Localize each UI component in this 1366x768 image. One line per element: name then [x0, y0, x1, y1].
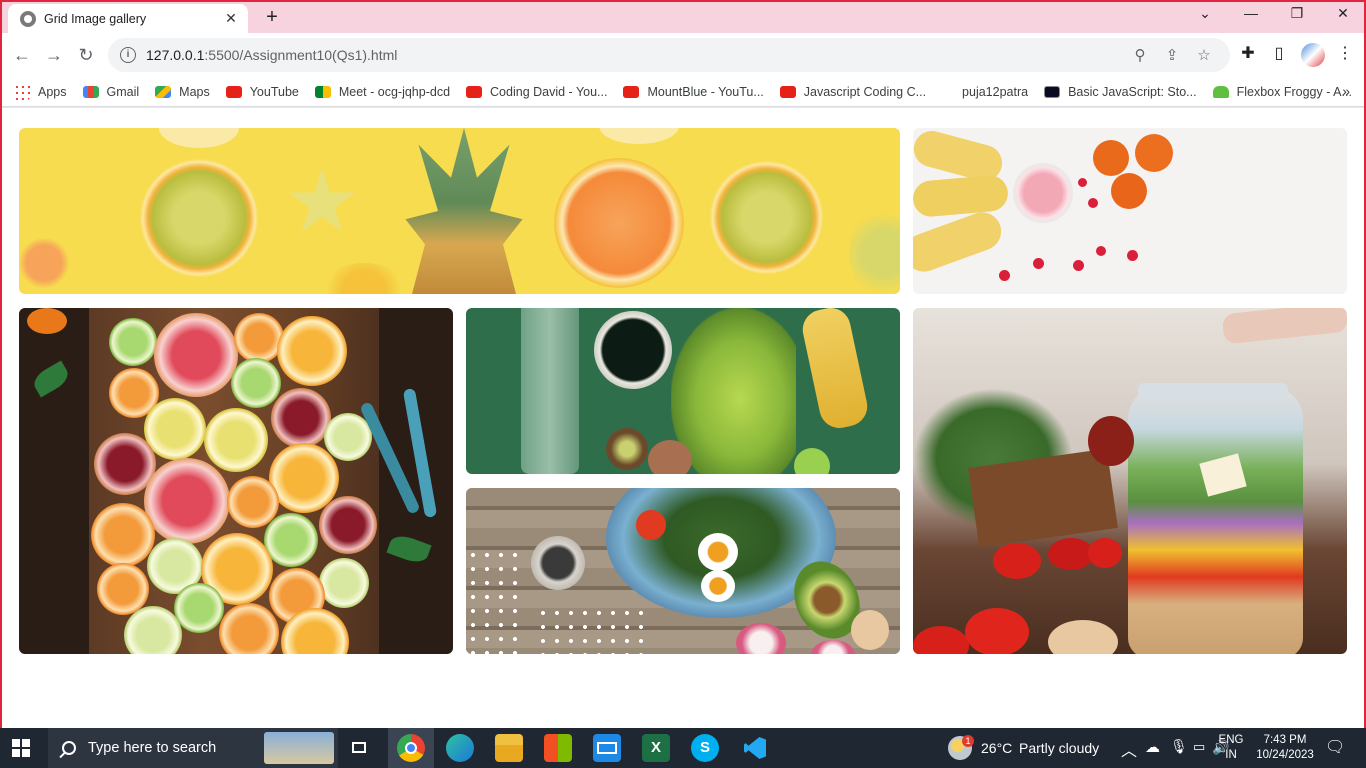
tab-strip: Grid Image gallery ✕ + ⌄ — ❐ ✕: [2, 2, 1364, 33]
bookmark-mountblue[interactable]: MountBlue - YouTu...: [623, 84, 764, 99]
meet-icon: [314, 85, 331, 98]
address-bar[interactable]: i 127.0.0.1:5500/Assignment10(Qs1).html …: [108, 38, 1230, 72]
greens-image: [466, 308, 900, 474]
bookmark-label: YouTube: [249, 84, 299, 99]
bookmark-youtube[interactable]: YouTube: [225, 84, 299, 99]
citrus-banner-image: [19, 128, 900, 294]
language-indicator[interactable]: ENG IN: [1214, 733, 1248, 763]
back-arrow-icon[interactable]: ←: [10, 43, 34, 67]
menu-kebab-icon[interactable]: ⋮: [1332, 43, 1358, 67]
clock[interactable]: 7:43 PM 10/24/2023: [1247, 733, 1323, 763]
bookmark-gmail[interactable]: Gmail: [82, 84, 140, 99]
bookmark-label: Maps: [179, 84, 210, 99]
search-highlight-icon: [264, 732, 334, 764]
bookmark-star-icon[interactable]: ☆: [1188, 46, 1220, 64]
weather-badge: 1: [962, 735, 974, 747]
forward-arrow-icon[interactable]: →: [42, 43, 66, 67]
show-hidden-icons-icon[interactable]: ︿: [1121, 737, 1137, 761]
site-info-icon[interactable]: i: [120, 47, 136, 63]
bookmark-label: puja12patra: [962, 84, 1029, 99]
youtube-icon: [779, 85, 796, 98]
microphone-icon[interactable]: 🎙: [1170, 738, 1188, 755]
weather-temp[interactable]: 26°C: [981, 740, 1012, 756]
bookmarks-bar: Apps Gmail Maps YouTube Meet - ocg-jqhp-…: [2, 77, 1364, 107]
restore-button[interactable]: ❐: [1274, 5, 1320, 22]
profile-avatar[interactable]: [1301, 43, 1325, 67]
more-bookmarks-icon[interactable]: »: [1342, 83, 1350, 99]
bookmark-label: Meet - ocg-jqhp-dcd: [338, 84, 451, 99]
url-text[interactable]: 127.0.0.1:5500/Assignment10(Qs1).html: [146, 47, 1124, 63]
bookmark-label: MountBlue - YouTu...: [647, 84, 764, 99]
bookmark-label: Coding David - You...: [490, 84, 608, 99]
language-code: ENG: [1218, 734, 1244, 746]
share-icon[interactable]: ⇪: [1156, 46, 1188, 64]
tab-search-button[interactable]: ⌄: [1182, 5, 1228, 22]
gmail-icon: [82, 85, 99, 98]
region-code: IN: [1225, 749, 1237, 761]
close-window-button[interactable]: ✕: [1320, 5, 1366, 22]
close-icon[interactable]: ✕: [222, 10, 240, 27]
url-path: :5500/Assignment10(Qs1).html: [204, 47, 398, 63]
smoothie-image: [913, 128, 1347, 294]
chrome-taskbar-icon[interactable]: [397, 734, 425, 762]
zoom-icon[interactable]: ⚲: [1124, 46, 1156, 64]
windows-start-icon[interactable]: [12, 739, 30, 757]
battery-icon[interactable]: ▭: [1193, 739, 1205, 755]
clock-date: 10/24/2023: [1256, 749, 1314, 761]
weather-desc[interactable]: Partly cloudy: [1019, 740, 1099, 756]
globe-icon: [20, 10, 36, 27]
froggy-icon: [1212, 85, 1229, 98]
youtube-icon: [466, 85, 483, 98]
bookmark-label: Basic JavaScript: Sto...: [1068, 84, 1197, 99]
bookmark-javascript-coding[interactable]: Javascript Coding C...: [779, 84, 927, 99]
side-panel-icon[interactable]: ▯: [1266, 43, 1292, 67]
excel-icon[interactable]: X: [642, 734, 670, 762]
bookmark-coding-david[interactable]: Coding David - You...: [466, 85, 607, 99]
bookmark-label: Javascript Coding C...: [803, 84, 927, 99]
bookmark-meet[interactable]: Meet - ocg-jqhp-dcd: [314, 84, 451, 99]
bookmark-basic-javascript[interactable]: Basic JavaScript: Sto...: [1044, 85, 1197, 99]
bookmark-maps[interactable]: Maps: [155, 85, 210, 99]
salad-bowl-image: [466, 488, 900, 654]
extensions-icon[interactable]: ✚: [1235, 43, 1261, 67]
search-icon: [62, 741, 76, 755]
notifications-icon[interactable]: 🗨: [1325, 737, 1345, 757]
maps-icon: [155, 85, 172, 98]
minimize-button[interactable]: —: [1228, 5, 1274, 21]
vscode-icon[interactable]: [740, 734, 768, 762]
browser-tab[interactable]: Grid Image gallery ✕: [8, 4, 248, 33]
skype-icon[interactable]: S: [691, 734, 719, 762]
edge-taskbar-icon[interactable]: [446, 734, 474, 762]
tab-title: Grid Image gallery: [44, 11, 147, 26]
freecodecamp-icon: [1044, 85, 1061, 98]
youtube-icon: [623, 85, 640, 98]
bookmark-puja12patra[interactable]: puja12patra: [962, 85, 1028, 99]
url-host: 127.0.0.1: [146, 47, 205, 63]
windows-taskbar: Type here to search X S 1 26°C Partly cl…: [0, 728, 1366, 768]
onedrive-cloud-icon[interactable]: ☁: [1145, 738, 1160, 756]
browser-toolbar: ← → ↻ i 127.0.0.1:5500/Assignment10(Qs1)…: [2, 33, 1364, 77]
youtube-icon: [225, 85, 242, 98]
reload-icon[interactable]: ↻: [74, 43, 98, 67]
task-view-icon[interactable]: [346, 734, 374, 762]
mail-icon[interactable]: [593, 734, 621, 762]
file-explorer-icon[interactable]: [495, 734, 523, 762]
taskbar-search[interactable]: Type here to search: [48, 728, 338, 768]
search-placeholder: Type here to search: [88, 740, 217, 756]
new-tab-button[interactable]: +: [260, 6, 284, 29]
jar-salad-image: [913, 308, 1347, 654]
gallery-page: [2, 108, 1364, 728]
store-icon[interactable]: [544, 734, 572, 762]
bookmark-apps[interactable]: Apps: [14, 83, 67, 100]
apps-icon: [14, 83, 30, 100]
bookmark-label: Gmail: [106, 84, 140, 99]
citrus-board-image: [19, 308, 453, 654]
clock-time: 7:43 PM: [1263, 734, 1307, 746]
bookmark-flexbox-froggy[interactable]: Flexbox Froggy - A...: [1212, 84, 1352, 99]
bookmark-label: Apps: [38, 84, 67, 99]
bookmark-label: Flexbox Froggy - A...: [1236, 84, 1352, 99]
